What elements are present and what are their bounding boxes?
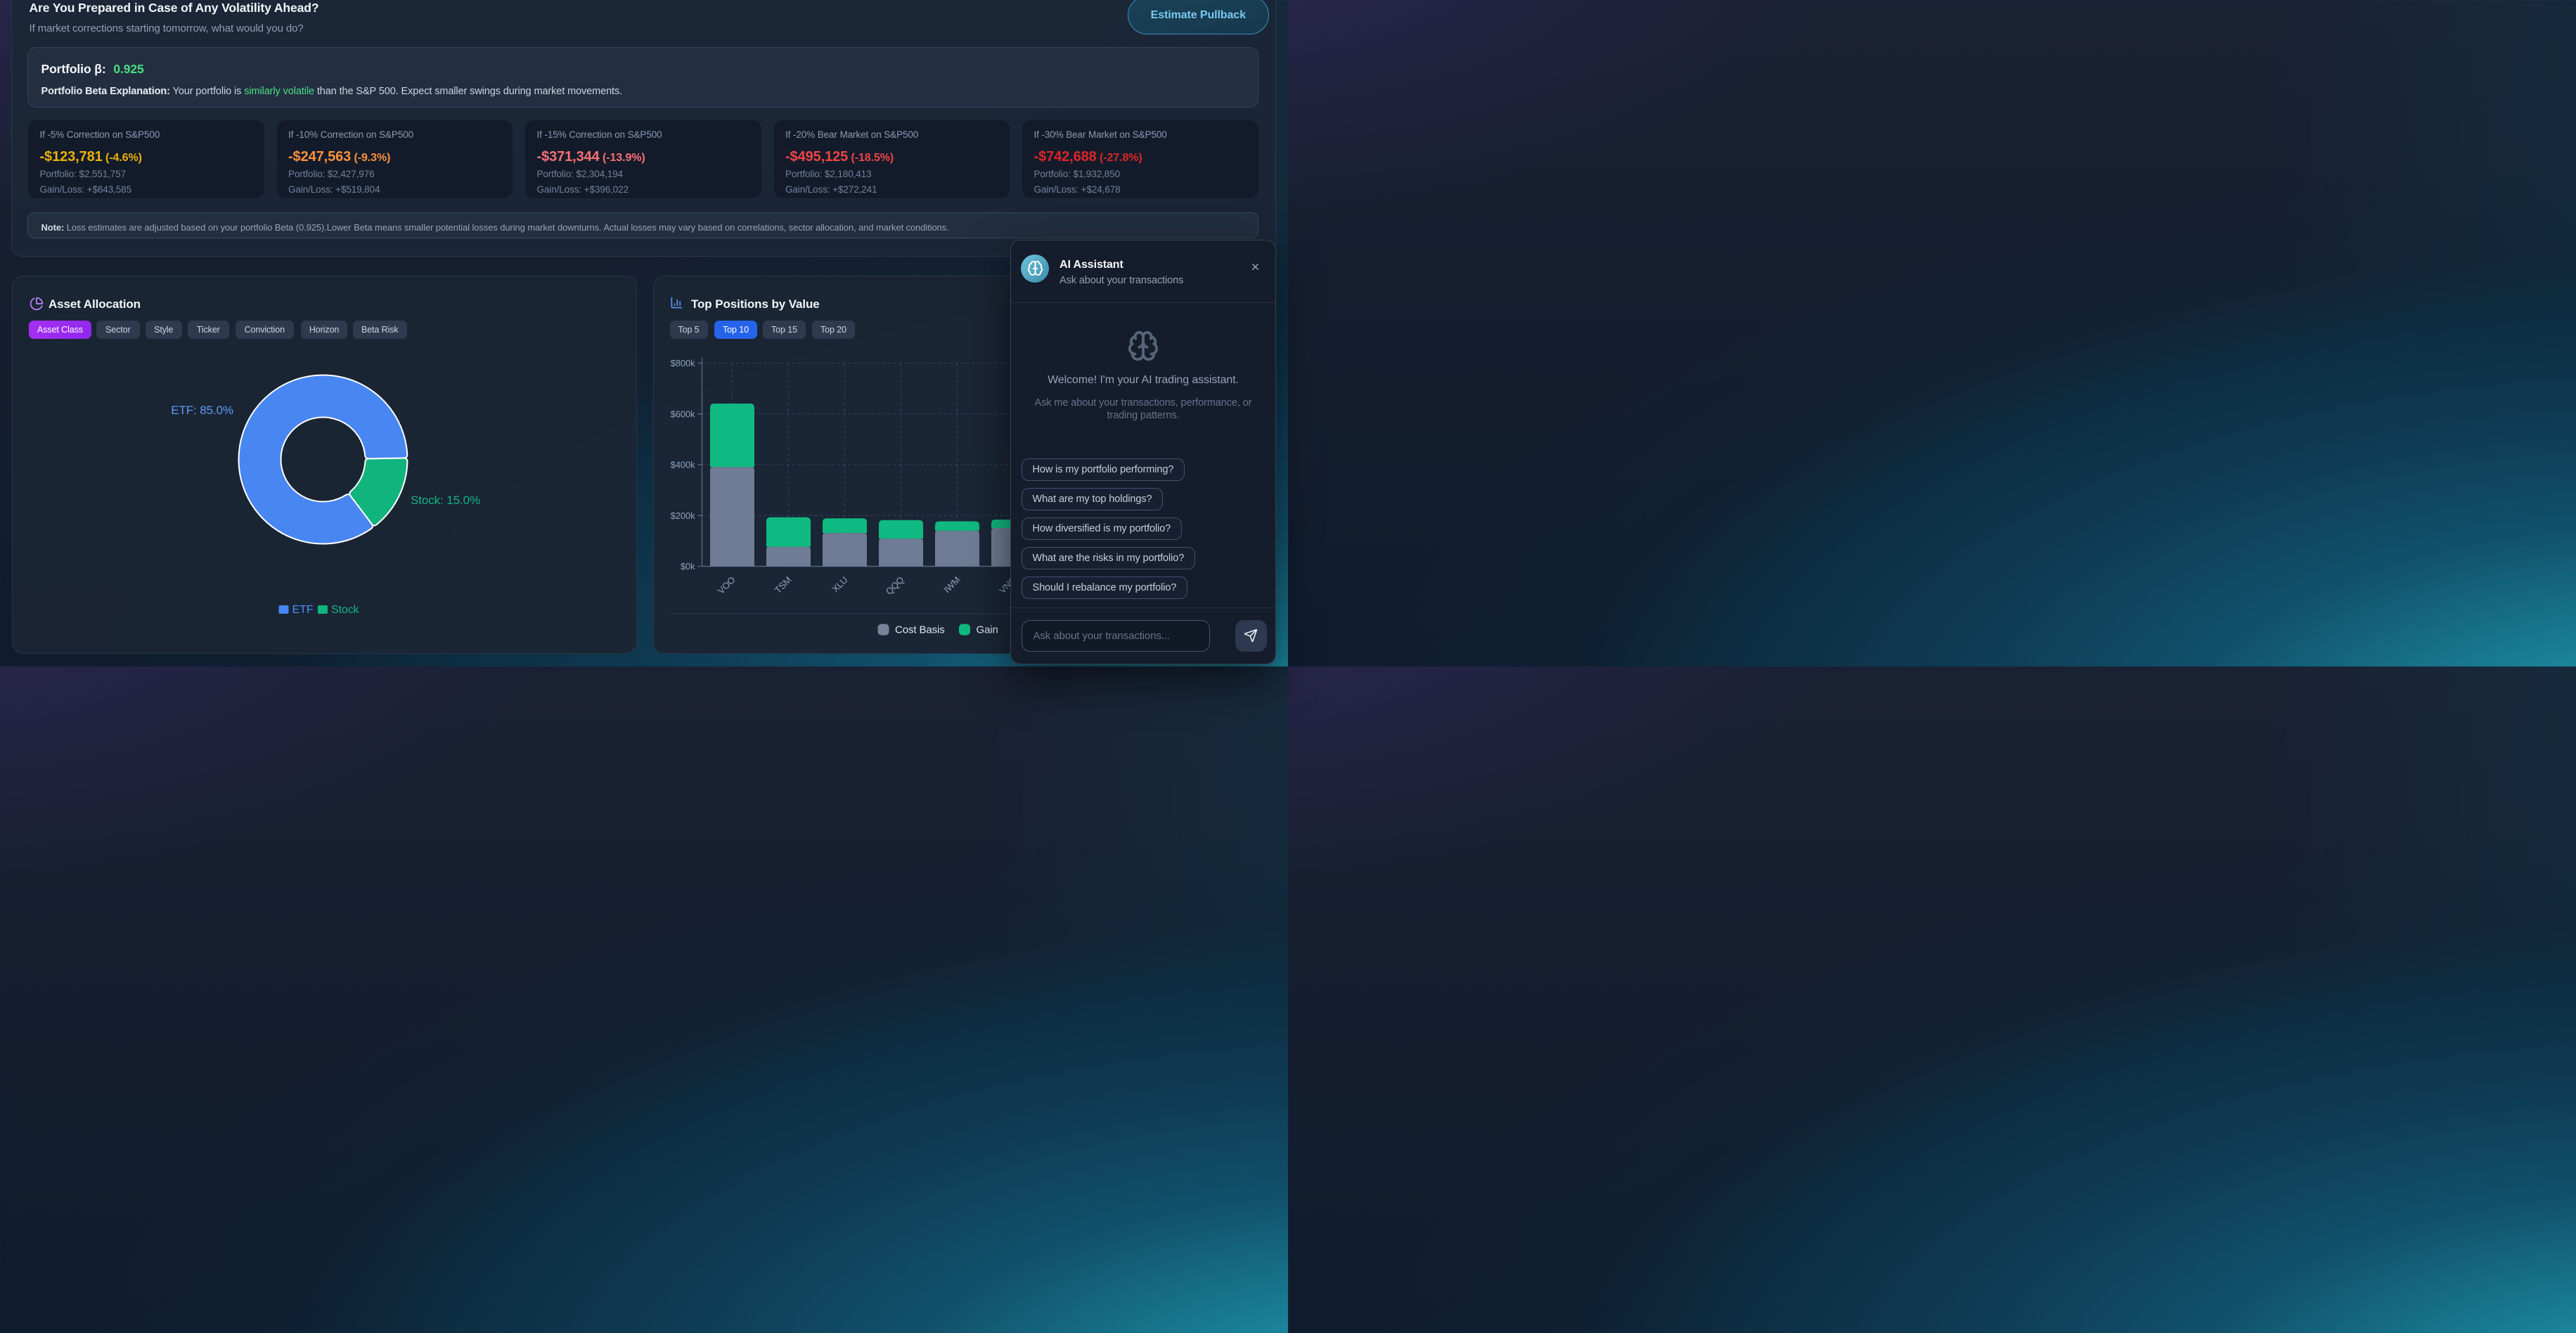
svg-text:IWM: IWM <box>941 574 962 595</box>
svg-text:$800k: $800k <box>670 358 695 368</box>
svg-text:VOO: VOO <box>715 574 737 596</box>
svg-text:XLU: XLU <box>830 574 849 594</box>
svg-text:ETF: ETF <box>292 604 314 616</box>
svg-text:TSM: TSM <box>772 574 793 595</box>
svg-text:Stock: Stock <box>331 604 360 616</box>
svg-text:QQQ: QQQ <box>883 574 906 597</box>
svg-text:$200k: $200k <box>670 510 695 521</box>
svg-text:Cost Basis: Cost Basis <box>895 624 945 636</box>
svg-text:$400k: $400k <box>670 460 695 470</box>
svg-text:Stock: 15.0%: Stock: 15.0% <box>411 494 480 507</box>
svg-text:Gain: Gain <box>976 624 998 636</box>
svg-text:$600k: $600k <box>670 408 695 419</box>
svg-text:$0k: $0k <box>680 561 695 572</box>
svg-text:ETF: 85.0%: ETF: 85.0% <box>171 404 233 417</box>
